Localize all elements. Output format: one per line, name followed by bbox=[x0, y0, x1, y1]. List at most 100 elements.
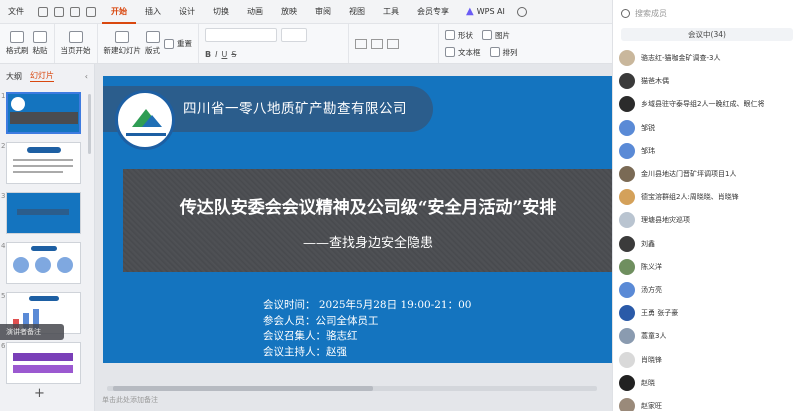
member-name: 肖晓锋 bbox=[641, 355, 662, 364]
in-meeting-tab[interactable]: 会议中(34) bbox=[621, 28, 793, 41]
member-item[interactable]: 乡域县驻守泰导组2人一晚红成、眼仁将 bbox=[619, 94, 795, 114]
arrange-icon[interactable] bbox=[489, 47, 500, 57]
strikethrough-button[interactable]: S bbox=[231, 50, 236, 59]
avatar bbox=[619, 50, 635, 66]
wps-ai-button[interactable]: ▲ WPS AI bbox=[458, 6, 513, 17]
shape-icon bbox=[445, 30, 455, 40]
avatar bbox=[619, 282, 635, 298]
search-icon[interactable] bbox=[516, 6, 527, 17]
underline-button[interactable]: U bbox=[221, 50, 227, 59]
notes-placeholder[interactable]: 单击此处添加备注 bbox=[102, 395, 158, 405]
canvas-scrollbar[interactable] bbox=[107, 386, 597, 391]
from-current-button[interactable]: 当页开始 bbox=[61, 31, 91, 56]
avatar bbox=[619, 351, 635, 368]
slides-scrollbar[interactable] bbox=[88, 94, 91, 154]
textbox-label: 文本框 bbox=[458, 47, 481, 57]
textbox-button[interactable]: 文本框 排列 bbox=[445, 47, 518, 58]
layout-button[interactable]: 版式 bbox=[145, 31, 160, 56]
slide-thumbnail-6[interactable] bbox=[6, 342, 81, 384]
member-name: 邹锐 bbox=[641, 123, 655, 132]
reset-label: 重置 bbox=[177, 39, 192, 48]
member-item[interactable]: 骆志红-猫咖金矿调查-3人 bbox=[619, 48, 795, 68]
member-name: 陈义洋 bbox=[641, 262, 662, 271]
member-item[interactable]: 刘鑫 bbox=[619, 234, 795, 254]
reset-icon bbox=[164, 38, 174, 49]
member-item[interactable]: 邹锐 bbox=[619, 118, 795, 138]
scrollbar-thumb[interactable] bbox=[113, 386, 373, 391]
member-item[interactable]: 汤方亮 bbox=[619, 280, 795, 300]
tab-slideshow[interactable]: 放映 bbox=[272, 0, 306, 24]
format-painter-button[interactable]: 格式刷 bbox=[6, 31, 29, 56]
italic-button[interactable]: I bbox=[215, 50, 217, 59]
slide-thumbnail-2[interactable] bbox=[6, 142, 81, 184]
member-search-input[interactable]: 搜索成员 bbox=[635, 8, 667, 19]
meeting-time: 会议时间： 2025年5月28日 19:00-21：00 bbox=[263, 299, 472, 311]
new-slide-icon bbox=[115, 31, 130, 43]
meeting-host: 会议主持人：赵强 bbox=[263, 345, 347, 358]
tab-review[interactable]: 审阅 bbox=[306, 0, 340, 24]
member-item[interactable]: 金川县地达门晋矿坪调项目1人 bbox=[619, 164, 795, 184]
slide[interactable]: 四川省一零八地质矿产勘查有限公司 传达队安委会会议精神及公司级“安全月活动”安排… bbox=[103, 76, 613, 363]
font-size-select[interactable] bbox=[281, 28, 307, 42]
members-pane: 搜索成员 会议中(34) 骆志红-猫咖金矿调查-3人 猫爸木偶乡域县驻守泰导组2人… bbox=[612, 0, 800, 411]
member-name: 理塘县地灾巡项 bbox=[641, 216, 690, 225]
align-center-icon[interactable] bbox=[371, 38, 383, 49]
member-item[interactable]: 邹玮 bbox=[619, 141, 795, 161]
avatar bbox=[619, 96, 635, 113]
member-item[interactable]: 赵晓 bbox=[619, 373, 795, 393]
member-name: 赵家旺 bbox=[641, 402, 662, 410]
member-item[interactable]: 王勇 张子豪 bbox=[619, 303, 795, 323]
member-item[interactable]: 猫爸木偶 bbox=[619, 71, 795, 91]
tab-design[interactable]: 设计 bbox=[170, 0, 204, 24]
new-slide-label: 新建幻灯片 bbox=[103, 46, 142, 55]
picture-icon[interactable] bbox=[482, 30, 492, 40]
slide-number: 6 bbox=[1, 342, 6, 350]
avatar bbox=[619, 119, 635, 136]
picture-label[interactable]: 图片 bbox=[495, 30, 510, 41]
shape-button[interactable]: 形状 图片 bbox=[445, 30, 510, 41]
member-item[interactable]: 蒿童3人 bbox=[619, 326, 795, 346]
avatar bbox=[619, 142, 635, 159]
tab-insert[interactable]: 插入 bbox=[136, 0, 170, 24]
paste-button[interactable]: 粘贴 bbox=[33, 31, 48, 56]
add-slide-button[interactable]: + bbox=[34, 386, 45, 401]
tab-view[interactable]: 视图 bbox=[340, 0, 374, 24]
tab-outline[interactable]: 大纲 bbox=[6, 71, 22, 82]
ribbon-toolbar: 格式刷 粘贴 当页开始 新建幻灯片 版式 重置 B I U S 形状 图片 文本… bbox=[0, 24, 612, 64]
paragraph-group bbox=[349, 24, 439, 63]
tab-tools[interactable]: 工具 bbox=[374, 0, 408, 24]
member-item[interactable]: 德宝溶群组2人:周晓晓、肖晓锋 bbox=[619, 187, 795, 207]
tab-slides[interactable]: 幻灯片 bbox=[30, 70, 54, 82]
textbox-icon bbox=[445, 47, 455, 57]
member-item[interactable]: 陈义洋 bbox=[619, 257, 795, 277]
slide-thumbnail-4[interactable] bbox=[6, 242, 81, 284]
bold-button[interactable]: B bbox=[205, 50, 211, 59]
print-icon[interactable] bbox=[70, 6, 80, 17]
bullets-icon[interactable] bbox=[387, 38, 399, 49]
clipboard-icon bbox=[33, 31, 47, 43]
tab-transitions[interactable]: 切换 bbox=[204, 0, 238, 24]
font-family-select[interactable] bbox=[205, 28, 277, 42]
redo-icon[interactable] bbox=[86, 6, 96, 17]
member-search[interactable]: 搜索成员 bbox=[621, 5, 793, 21]
tab-member[interactable]: 会员专享 bbox=[408, 0, 458, 24]
avatar bbox=[619, 73, 635, 90]
member-item[interactable]: 赵家旺 bbox=[619, 396, 795, 411]
tab-home[interactable]: 开始 bbox=[102, 0, 136, 24]
slides-pane: 大纲 幻灯片 ‹ 1 2 3 4 5 演讲者备注 6 + bbox=[0, 64, 95, 411]
save-icon[interactable] bbox=[38, 6, 48, 17]
tab-animations[interactable]: 动画 bbox=[238, 0, 272, 24]
member-item[interactable]: 理塘县地灾巡项 bbox=[619, 210, 795, 230]
align-left-icon[interactable] bbox=[355, 38, 367, 49]
member-item[interactable]: 肖晓锋 bbox=[619, 350, 795, 370]
member-name: 王勇 张子豪 bbox=[641, 309, 679, 318]
file-menu[interactable]: 文件 bbox=[0, 6, 32, 17]
reset-button[interactable]: 重置 bbox=[164, 38, 192, 49]
undo-icon[interactable] bbox=[54, 6, 64, 17]
collapse-pane-icon[interactable]: ‹ bbox=[85, 72, 88, 81]
arrange-label[interactable]: 排列 bbox=[503, 47, 518, 58]
slide-thumbnail-3[interactable] bbox=[6, 192, 81, 234]
new-slide-button[interactable]: 新建幻灯片 bbox=[103, 31, 142, 56]
wps-ai-label: WPS AI bbox=[476, 7, 505, 16]
slide-thumbnail-1[interactable] bbox=[6, 92, 81, 134]
